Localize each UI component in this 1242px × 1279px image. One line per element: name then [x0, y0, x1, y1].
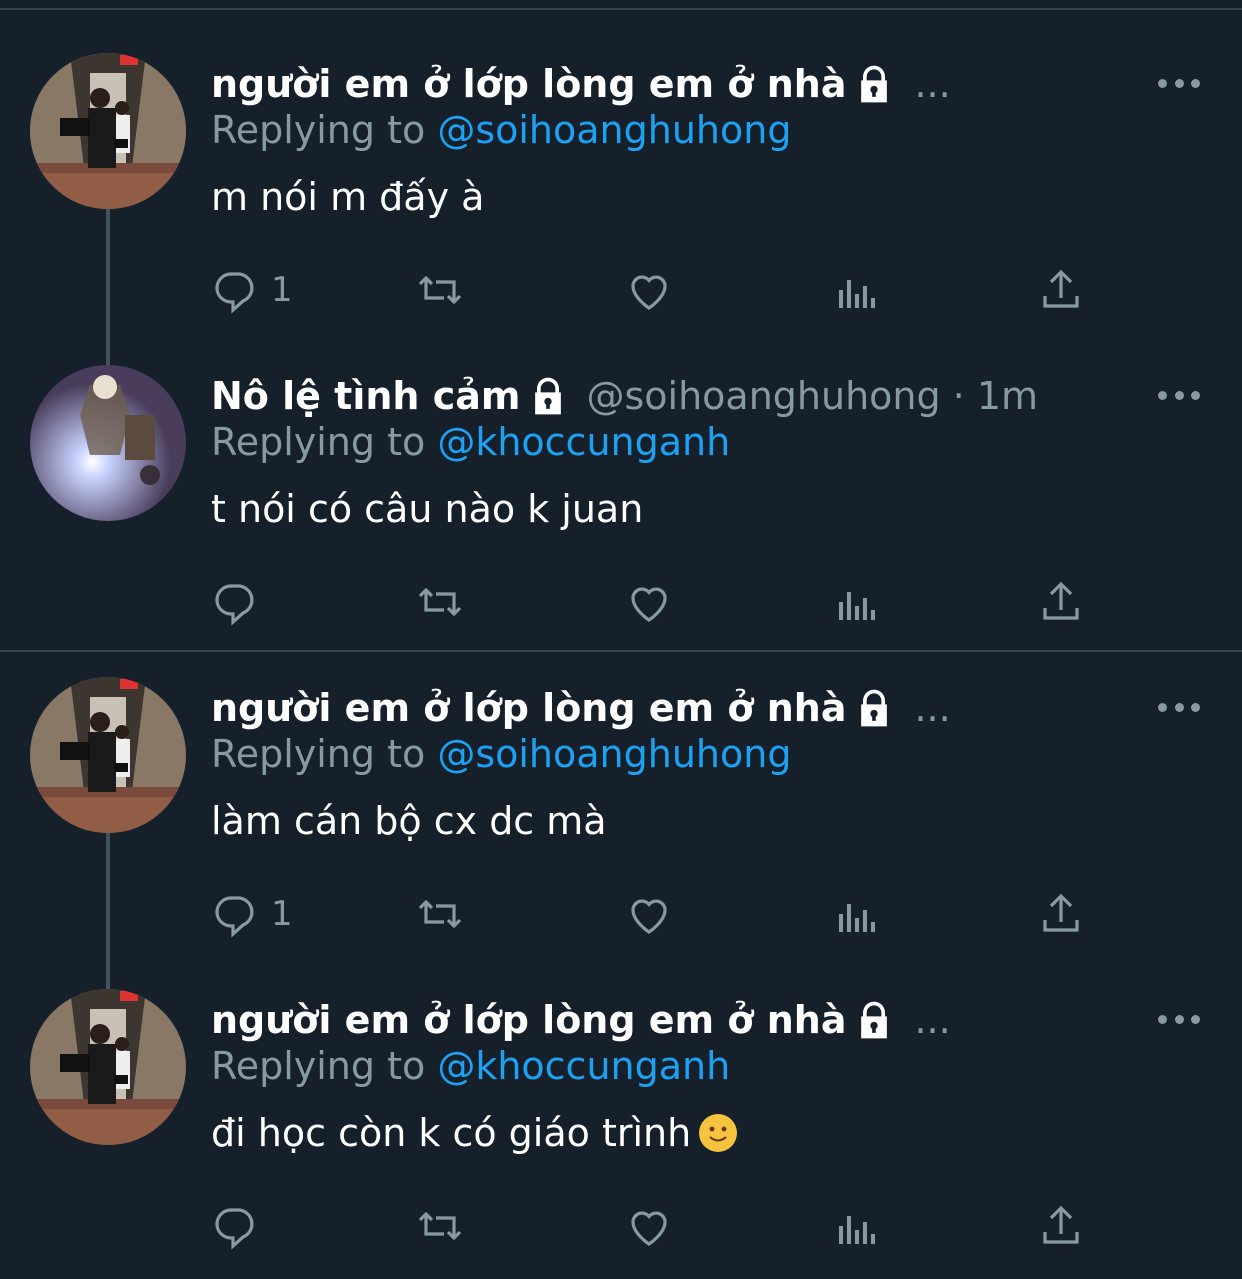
reply-icon: [215, 272, 254, 314]
reply-prefix: Replying to: [211, 1044, 426, 1088]
retweet-icon: [418, 1211, 462, 1241]
share-button[interactable]: [1037, 574, 1085, 630]
slightly-smiling-face-icon: [699, 1114, 738, 1152]
handle-and-time: @soihoanghuhong · 1m: [586, 374, 1039, 418]
share-button[interactable]: [1037, 1198, 1085, 1254]
reply-button[interactable]: [211, 1198, 271, 1254]
mention-link[interactable]: @khoccunganh: [437, 1044, 730, 1088]
like-icon: [631, 275, 667, 310]
retweet-icon: [418, 587, 462, 617]
analytics-icon: [839, 1216, 875, 1244]
tweet[interactable]: người em ở lớp lòng em ở nhà ... Replyin…: [0, 0, 1242, 366]
more-icon[interactable]: [1158, 1004, 1200, 1034]
replying-to: Replying to @khoccunganh: [211, 420, 730, 464]
analytics-icon: [839, 904, 875, 932]
handle-truncated: ...: [914, 686, 951, 730]
tweet[interactable]: người em ở lớp lòng em ở nhà ... Replyin…: [0, 624, 1242, 990]
like-button[interactable]: [625, 574, 673, 630]
reply-prefix: Replying to: [211, 420, 426, 464]
reply-button[interactable]: [211, 574, 271, 630]
tweet-text: đi học còn k có giáo trình: [211, 1111, 738, 1155]
action-bar: [211, 574, 1111, 630]
reply-count: 1: [271, 894, 293, 934]
lock-icon: [861, 1001, 888, 1039]
action-bar: 1: [211, 886, 1111, 942]
mention-link[interactable]: @soihoanghuhong: [437, 732, 791, 776]
reply-count: 1: [271, 270, 293, 310]
avatar[interactable]: [30, 365, 186, 521]
more-icon[interactable]: [1158, 692, 1200, 722]
display-name[interactable]: người em ở lớp lòng em ở nhà: [211, 62, 846, 106]
action-bar: [211, 1198, 1111, 1254]
reply-icon: [215, 896, 254, 938]
reply-button[interactable]: 1: [211, 886, 293, 942]
share-icon: [1043, 269, 1079, 308]
reply-icon: [215, 1208, 254, 1250]
reply-prefix: Replying to: [211, 732, 426, 776]
like-button[interactable]: [625, 1198, 673, 1254]
share-icon: [1043, 1205, 1079, 1244]
lock-icon: [861, 65, 888, 103]
analytics-icon: [839, 592, 875, 620]
mention-link[interactable]: @khoccunganh: [437, 420, 730, 464]
reply-prefix: Replying to: [211, 108, 426, 152]
retweet-button[interactable]: [416, 886, 464, 942]
retweet-button[interactable]: [416, 1198, 464, 1254]
share-button[interactable]: [1037, 262, 1085, 318]
analytics-button[interactable]: [831, 886, 879, 942]
like-button[interactable]: [625, 886, 673, 942]
like-icon: [631, 587, 667, 622]
reply-button[interactable]: 1: [211, 262, 293, 318]
lock-icon: [861, 689, 888, 727]
replying-to: Replying to @soihoanghuhong: [211, 732, 791, 776]
like-button[interactable]: [625, 262, 673, 318]
display-name[interactable]: người em ở lớp lòng em ở nhà: [211, 998, 846, 1042]
mention-link[interactable]: @soihoanghuhong: [437, 108, 791, 152]
lock-icon: [535, 377, 562, 415]
tweet-text-body: đi học còn k có giáo trình: [211, 1111, 692, 1155]
avatar[interactable]: [30, 53, 186, 209]
tweet-text: t nói có câu nào k juan: [211, 487, 644, 531]
display-name[interactable]: người em ở lớp lòng em ở nhà: [211, 686, 846, 730]
like-icon: [631, 1211, 667, 1246]
analytics-button[interactable]: [831, 574, 879, 630]
analytics-button[interactable]: [831, 262, 879, 318]
share-button[interactable]: [1037, 886, 1085, 942]
like-icon: [631, 899, 667, 934]
share-icon: [1043, 893, 1079, 932]
replying-to: Replying to @soihoanghuhong: [211, 108, 791, 152]
handle-truncated: ...: [914, 998, 951, 1042]
avatar[interactable]: [30, 677, 186, 833]
retweet-icon: [418, 275, 462, 305]
analytics-icon: [839, 280, 875, 308]
tweet-text: làm cán bộ cx dc mà: [211, 799, 607, 843]
share-icon: [1043, 581, 1079, 620]
replying-to: Replying to @khoccunganh: [211, 1044, 730, 1088]
retweet-button[interactable]: [416, 574, 464, 630]
action-bar: 1: [211, 262, 1111, 318]
retweet-icon: [418, 899, 462, 929]
avatar[interactable]: [30, 989, 186, 1145]
more-icon[interactable]: [1158, 380, 1200, 410]
retweet-button[interactable]: [416, 262, 464, 318]
tweet-text: m nói m đấy à: [211, 175, 485, 219]
handle-truncated: ...: [914, 62, 951, 106]
analytics-button[interactable]: [831, 1198, 879, 1254]
more-icon[interactable]: [1158, 68, 1200, 98]
display-name[interactable]: Nô lệ tình cảm: [211, 374, 520, 418]
tweet[interactable]: người em ở lớp lòng em ở nhà ... Replyin…: [0, 936, 1242, 1250]
reply-icon: [215, 584, 254, 626]
tweet[interactable]: Nô lệ tình cảm @soihoanghuhong · 1m Repl…: [0, 312, 1242, 626]
